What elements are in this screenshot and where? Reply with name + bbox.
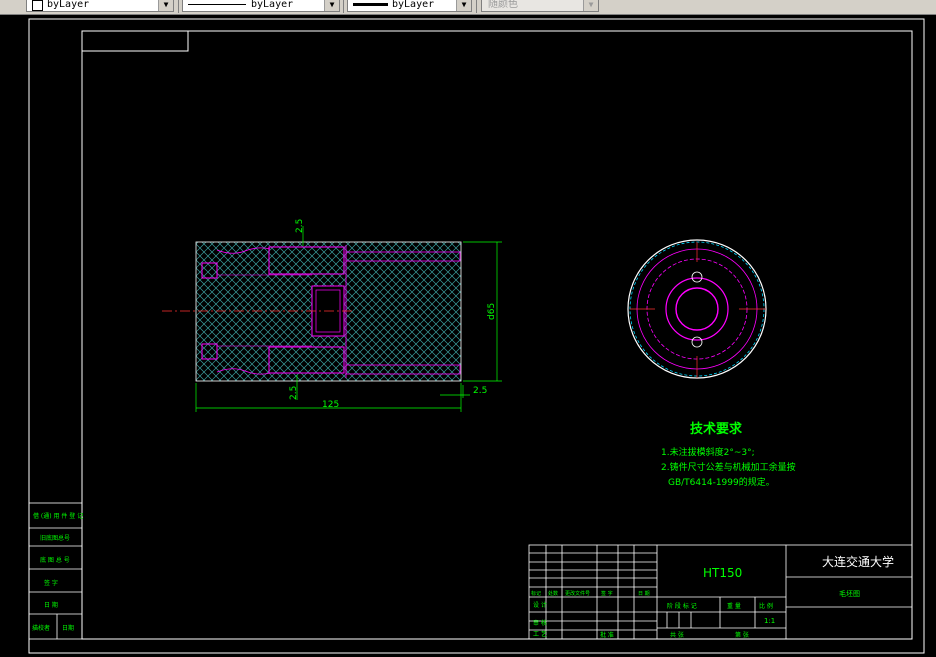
title-scale: 1:1 — [764, 617, 775, 625]
code-box — [81, 30, 189, 52]
title-process-label: 工 艺 — [533, 630, 547, 638]
title-hdr-change: 更改文件号 — [565, 590, 590, 597]
title-review-label: 审 核 — [533, 619, 547, 627]
title-hdr-sign: 签 字 — [601, 590, 613, 597]
title-approve-label: 批 准 — [600, 631, 614, 639]
color-value: byLayer — [47, 0, 90, 10]
title-hdr-count: 处数 — [548, 590, 558, 597]
linetype-value: byLayer — [251, 0, 294, 10]
tech-requirements-line2: 2.铸件尺寸公差与机械加工余量按 — [661, 461, 796, 473]
side-row-7: 日期 — [62, 624, 74, 632]
side-row-5: 日 期 — [44, 601, 58, 609]
part-side-view[interactable] — [627, 239, 767, 379]
chevron-down-icon[interactable]: ▼ — [583, 0, 598, 11]
title-sheet-label: 共 张 — [670, 631, 684, 639]
part-front-view[interactable] — [162, 241, 462, 382]
side-row-3: 底 图 总 号 — [40, 556, 70, 564]
side-row-4: 签 字 — [44, 579, 58, 587]
title-stage-label: 阶 段 标 记 — [667, 602, 697, 610]
lineweight-preview-icon — [353, 3, 388, 6]
title-ratio-label: 比 例 — [759, 602, 773, 610]
linetype-preview-icon — [188, 4, 246, 5]
sheet-border — [28, 18, 925, 654]
color-combo[interactable]: byLayer ▼ — [26, 0, 174, 12]
dim-diameter: d65 — [487, 303, 497, 320]
dim-bottom-step: 2.5 — [289, 386, 299, 400]
dim-length: 125 — [322, 400, 339, 410]
plotstyle-combo[interactable]: 随颜色 ▼ — [481, 0, 599, 12]
chevron-down-icon[interactable]: ▼ — [456, 0, 471, 11]
side-block — [28, 502, 83, 640]
title-design-label: 设 计 — [533, 601, 547, 609]
tech-requirements-line3: GB/T6414-1999的规定。 — [668, 476, 775, 488]
title-university: 大连交通大学 — [822, 554, 894, 569]
side-row-1: 借 (通) 用 件 登 记 — [33, 512, 83, 520]
title-part-name: 毛坯图 — [839, 589, 860, 598]
side-row-2: 旧底图总号 — [40, 534, 70, 542]
title-material: HT150 — [703, 566, 742, 580]
plotstyle-value: 随颜色 — [488, 0, 518, 10]
tech-requirements-line1: 1.未注拔模斜度2°~3°; — [661, 446, 755, 458]
color-swatch — [32, 0, 43, 11]
drawing-canvas[interactable]: 2.5 2.5 2.5 125 d65 技术要求 1.未注拔模斜度2°~3°; … — [0, 14, 936, 657]
lineweight-combo[interactable]: byLayer ▼ — [347, 0, 472, 12]
dim-top-step: 2.5 — [295, 219, 305, 233]
side-row-6: 描校者 — [32, 624, 50, 632]
dim-right-offset: 2.5 — [473, 386, 487, 396]
title-sheet-of-label: 第 张 — [735, 631, 749, 639]
properties-toolbar: byLayer ▼ byLayer ▼ byLayer ▼ 随颜色 ▼ — [0, 0, 936, 15]
chevron-down-icon[interactable]: ▼ — [324, 0, 339, 11]
tech-requirements-title: 技术要求 — [690, 421, 743, 437]
title-hdr-date: 日 期 — [638, 591, 650, 597]
linetype-combo[interactable]: byLayer ▼ — [182, 0, 340, 12]
title-hdr-mark: 标记 — [531, 590, 541, 597]
chevron-down-icon[interactable]: ▼ — [158, 0, 173, 11]
lineweight-value: byLayer — [392, 0, 435, 10]
title-weight-label: 重 量 — [727, 602, 741, 610]
